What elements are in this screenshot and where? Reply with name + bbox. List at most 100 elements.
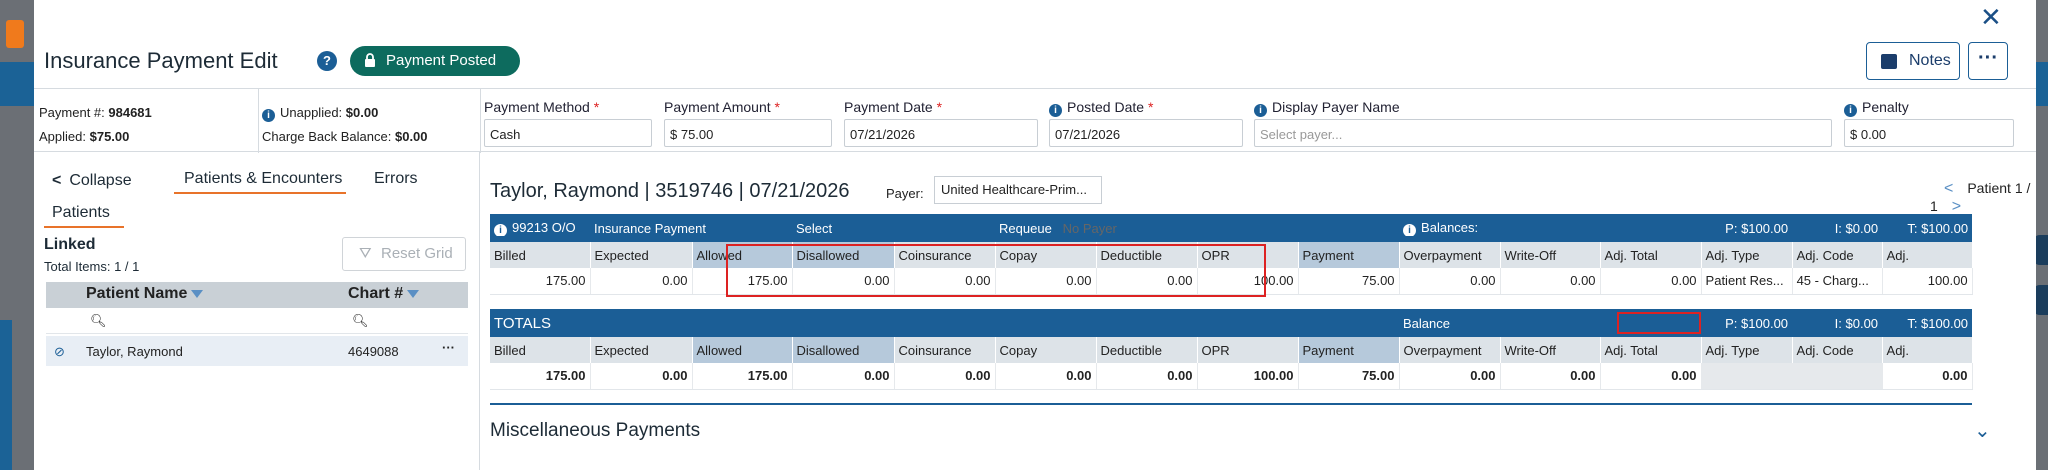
patient-name-cell: Taylor, Raymond [86, 344, 183, 359]
patients-grid-header: Patient Name Chart # [46, 282, 468, 308]
column-header: Deductible [1096, 337, 1198, 363]
tab-patients-encounters[interactable]: Patients & Encounters [184, 170, 342, 188]
tab-errors[interactable]: Errors [374, 170, 418, 188]
cell[interactable] [1792, 363, 1883, 390]
divider [480, 89, 481, 153]
info-icon: i [1844, 104, 1857, 117]
linked-heading: Linked [44, 236, 96, 253]
active-tab-underline [174, 192, 346, 194]
cell: 0.00 [1600, 363, 1702, 390]
encounter-line-grid: i 99213 O/O Insurance Payment Select Requ… [490, 214, 1973, 295]
help-icon[interactable]: ? [317, 51, 337, 71]
subtab-patients[interactable]: Patients [52, 204, 110, 222]
totals-label: TOTALS [490, 309, 1399, 337]
col-chart[interactable]: Chart # [348, 285, 420, 303]
column-header: Expected [590, 242, 693, 268]
column-header: Adj. [1882, 337, 1973, 363]
note-icon [1881, 54, 1897, 69]
cell: 75.00 [1298, 268, 1400, 295]
search-icon[interactable]: 🔍︎ [352, 313, 369, 329]
payment-amount-field[interactable]: $ 75.00 [664, 119, 832, 147]
posted-date-field[interactable]: 07/21/2026 [1049, 119, 1243, 147]
reset-grid-button[interactable]: ⛛ Reset Grid [342, 237, 466, 271]
collapse-button[interactable]: < Collapse [52, 172, 132, 190]
filter-icon[interactable] [191, 290, 204, 298]
cell: 0.00 [1096, 363, 1198, 390]
table-row[interactable]: ⊘ Taylor, Raymond 4649088 ··· [46, 336, 468, 366]
info-icon: i [1403, 223, 1417, 237]
chevron-left-icon[interactable]: < [1944, 180, 1953, 197]
payment-date-field[interactable]: 07/21/2026 [844, 119, 1038, 147]
totals-row: 175.00 0.00 175.00 0.00 0.00 0.00 0.00 100.00 75… [490, 363, 1973, 390]
cell[interactable]: 0.00 [1882, 363, 1973, 390]
column-header: Coinsurance [894, 242, 996, 268]
totals-grid: TOTALS Balance P: $100.00 I: $0.00 T: $1… [490, 309, 1973, 390]
col-patient-name[interactable]: Patient Name [86, 285, 204, 303]
payment-number: Payment #: 984681 [39, 105, 152, 120]
divider [258, 89, 259, 153]
cell: 0.00 [894, 268, 996, 295]
filter-icon[interactable] [407, 290, 420, 298]
unlink-icon[interactable]: ⊘ [54, 344, 65, 360]
cell: 0.00 [1096, 268, 1198, 295]
misc-payments-title: Miscellaneous Payments [490, 420, 701, 441]
patients-grid-filter-row: 🔍︎ 🔍︎ [46, 308, 468, 334]
chevron-left-icon: < [52, 172, 62, 189]
payment-amount-label: Payment Amount * [664, 99, 780, 115]
cell[interactable] [1701, 363, 1793, 390]
info-icon: i [1049, 104, 1062, 117]
more-options-button[interactable]: ··· [1968, 42, 2008, 80]
column-header: Adj. Total [1600, 337, 1702, 363]
payment-header: Payment #: 984681 Applied: $75.00 i Unapp… [34, 88, 2036, 153]
chevron-right-icon[interactable]: > [1952, 198, 1961, 215]
payment-date-label: Payment Date * [844, 99, 943, 115]
table-row: 175.00 0.00 175.00 0.00 0.00 0.00 0.00 100.00 75… [490, 268, 1973, 295]
column-header: Deductible [1096, 242, 1198, 268]
cell: 175.00 [692, 268, 793, 295]
column-header: Coinsurance [894, 337, 996, 363]
payment-method-field[interactable]: Cash [484, 119, 652, 147]
search-icon[interactable]: 🔍︎ [90, 313, 107, 329]
column-header: Write-Off [1500, 337, 1601, 363]
payer-select[interactable]: United Healthcare-Prim... [934, 176, 1102, 204]
column-header: Adj. [1882, 242, 1973, 268]
payment-method-label: Payment Method * [484, 99, 600, 115]
display-payer-input[interactable]: Select payer... [1254, 119, 1832, 147]
cell[interactable]: 45 - Charg... [1792, 268, 1883, 295]
app-logo [6, 20, 24, 48]
cell: 75.00 [1298, 363, 1400, 390]
cell: 0.00 [1399, 363, 1501, 390]
penalty-field[interactable]: $ 0.00 [1844, 119, 2014, 147]
row-menu-icon[interactable]: ··· [442, 340, 455, 355]
cell: 0.00 [894, 363, 996, 390]
chargeback-balance: Charge Back Balance: $0.00 [262, 129, 428, 144]
cell: 100.00 [1197, 363, 1299, 390]
applied-amount: Applied: $75.00 [39, 129, 130, 144]
penalty-label: i Penalty [1844, 99, 1909, 117]
info-icon: i [1254, 104, 1267, 117]
total-balance-p: P: $100.00 [1600, 309, 1793, 337]
column-header: Adj. Code [1792, 337, 1883, 363]
info-icon: i [262, 109, 275, 122]
patient-navigator: < Patient 1 / 1 > [1930, 180, 2031, 215]
close-icon[interactable]: ✕ [1980, 2, 2002, 33]
cell: 0.00 [1500, 363, 1601, 390]
column-header: OPR [1197, 242, 1299, 268]
cell: 0.00 [995, 268, 1097, 295]
info-icon: i [494, 223, 507, 237]
column-header: Billed [490, 242, 591, 268]
column-header: Billed [490, 337, 591, 363]
cell: 100.00 [1197, 268, 1299, 295]
cell[interactable]: 100.00 [1882, 268, 1973, 295]
chevron-down-icon[interactable]: ⌄ [1974, 418, 1991, 443]
insurance-payment-modal: Insurance Payment Edit ? Payment Posted … [34, 0, 2036, 470]
column-header: Adj. Type [1701, 337, 1793, 363]
lock-icon [365, 53, 375, 67]
column-header: Overpayment [1399, 242, 1501, 268]
divider [490, 236, 1972, 238]
cell[interactable]: Patient Res... [1701, 268, 1793, 295]
filter-reset-icon: ⛛ [359, 245, 372, 262]
column-header: Overpayment [1399, 337, 1501, 363]
column-header: Write-Off [1500, 242, 1601, 268]
notes-button[interactable]: Notes [1866, 42, 1960, 80]
